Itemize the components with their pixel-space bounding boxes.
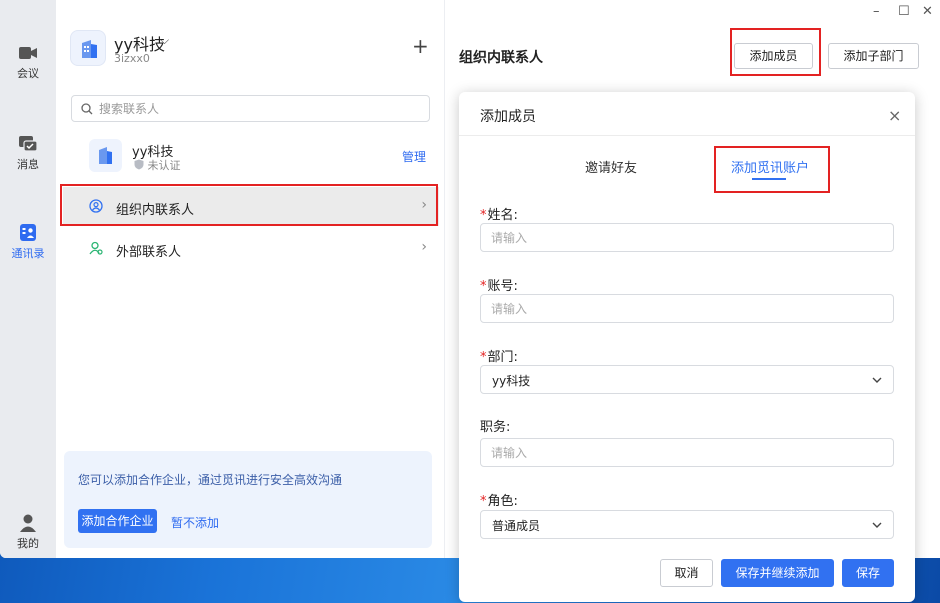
nav-label: 消息 — [17, 158, 39, 171]
dialog-title: 添加成员 — [480, 109, 536, 125]
nav-item-meeting[interactable]: 会议 — [0, 44, 56, 81]
manage-link[interactable]: 管理 — [402, 148, 426, 165]
chevron-down-icon[interactable]: ⌵ — [160, 33, 169, 48]
promo-text: 您可以添加合作企业，通过觅讯进行安全高效沟通 — [78, 473, 343, 487]
required-mark: * — [480, 350, 487, 365]
search-icon — [81, 103, 93, 115]
nav-label: 我的 — [17, 537, 39, 550]
position-input[interactable] — [480, 438, 894, 467]
left-nav: 会议 消息 通讯录 我的 — [0, 0, 56, 558]
skip-link[interactable]: 暂不添加 — [171, 514, 219, 531]
close-window-icon[interactable]: ✕ — [922, 4, 933, 19]
search-box[interactable] — [71, 95, 430, 122]
department-select[interactable]: yy科技 — [480, 365, 894, 394]
search-input[interactable] — [99, 100, 419, 118]
account-input[interactable] — [480, 294, 894, 323]
name-field-label: *姓名: — [480, 204, 518, 223]
add-member-dialog: 添加成员 × 邀请好友 添加觅讯账户 *姓名: *账号: *部门: yy科技 职… — [459, 92, 915, 602]
contacts-panel: yy科技 ⌵ 3izxx0 + yy科技 未认证 管理 — [56, 0, 445, 558]
page-title: 组织内联系人 — [459, 50, 543, 66]
name-input[interactable] — [480, 223, 894, 252]
add-member-button[interactable]: 添加成员 — [734, 43, 813, 69]
external-user-icon — [89, 241, 103, 255]
role-label: 角色: — [487, 494, 518, 509]
list-item-external-contacts[interactable]: 外部联系人 › — [63, 229, 439, 268]
org-card-logo — [89, 139, 122, 172]
required-mark: * — [480, 208, 487, 223]
save-button[interactable]: 保存 — [842, 559, 894, 587]
chevron-down-icon — [872, 377, 882, 383]
minimize-icon[interactable]: – — [873, 4, 880, 19]
list-item-internal-contacts[interactable]: 组织内联系人 › — [63, 187, 439, 226]
list-item-label: 组织内联系人 — [116, 203, 195, 218]
role-field-label: *角色: — [480, 490, 518, 509]
verification-status: 未认证 — [134, 157, 181, 173]
account-field-label: *账号: — [480, 275, 518, 294]
chevron-right-icon: › — [421, 197, 427, 213]
tab-invite-friends[interactable]: 邀请好友 — [585, 157, 637, 176]
position-field-label: 职务: — [480, 416, 510, 435]
user-circle-icon — [89, 199, 103, 213]
org-id: 3izxx0 — [114, 52, 150, 65]
department-field-label: *部门: — [480, 346, 518, 365]
list-item-label: 外部联系人 — [116, 245, 182, 260]
account-label: 账号: — [487, 279, 518, 294]
nav-label: 通讯录 — [11, 247, 45, 260]
required-mark: * — [480, 279, 487, 294]
video-camera-icon — [19, 47, 37, 59]
verification-status-label: 未认证 — [147, 159, 181, 172]
promo-card: 您可以添加合作企业，通过觅讯进行安全高效沟通 添加合作企业 暂不添加 — [64, 451, 432, 548]
chevron-down-icon — [872, 522, 882, 528]
maximize-icon[interactable]: ☐ — [898, 4, 910, 19]
tab-active-indicator — [752, 178, 786, 180]
save-and-continue-button[interactable]: 保存并继续添加 — [721, 559, 834, 587]
building-icon — [82, 40, 97, 58]
department-value: yy科技 — [492, 374, 531, 388]
org-logo[interactable] — [70, 30, 106, 66]
building-icon — [99, 147, 112, 164]
chat-bubble-icon — [19, 136, 38, 152]
nav-item-contacts[interactable]: 通讯录 — [0, 224, 56, 261]
add-partner-button[interactable]: 添加合作企业 — [78, 509, 157, 533]
role-value: 普通成员 — [492, 519, 541, 533]
shield-icon — [134, 159, 144, 170]
nav-item-profile[interactable]: 我的 — [0, 514, 56, 551]
role-select[interactable]: 普通成员 — [480, 510, 894, 539]
divider — [459, 135, 915, 136]
nav-label: 会议 — [17, 67, 39, 80]
name-label: 姓名: — [487, 208, 518, 223]
add-subdepartment-button[interactable]: 添加子部门 — [828, 43, 919, 69]
position-label: 职务: — [480, 420, 511, 435]
chevron-right-icon: › — [421, 239, 427, 255]
add-button[interactable]: + — [412, 36, 429, 56]
user-icon — [20, 514, 36, 532]
nav-item-messages[interactable]: 消息 — [0, 135, 56, 172]
tab-add-account[interactable]: 添加觅讯账户 — [731, 157, 809, 176]
required-mark: * — [480, 494, 487, 509]
close-icon[interactable]: × — [888, 106, 901, 125]
cancel-button[interactable]: 取消 — [660, 559, 713, 587]
contacts-icon — [20, 224, 36, 241]
department-label: 部门: — [487, 350, 518, 365]
